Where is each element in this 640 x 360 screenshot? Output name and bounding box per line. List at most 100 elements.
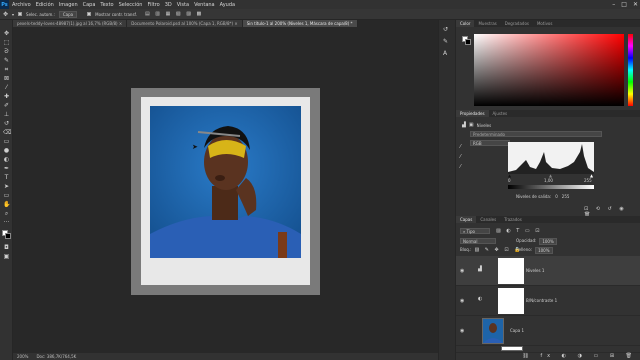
layers-footer-icons[interactable]: ⛓ fx ◐ ◑ ▭ ⊞ 🗑 bbox=[456, 352, 640, 360]
background-color-swatch[interactable] bbox=[5, 233, 11, 239]
maximize-button[interactable]: □ bbox=[621, 1, 627, 8]
preset-dropdown[interactable]: Predeterminado bbox=[470, 131, 602, 137]
tab-color[interactable]: Color bbox=[456, 20, 475, 27]
tab-properties[interactable]: Propiedades bbox=[456, 110, 489, 117]
lasso-tool-icon[interactable]: ᘐ bbox=[3, 48, 10, 55]
filter-label: Tipo bbox=[466, 229, 475, 234]
path-selection-tool-icon[interactable]: ➤ bbox=[3, 183, 10, 190]
character-panel-icon[interactable]: A bbox=[443, 50, 447, 57]
layer-mask-thumbnail[interactable] bbox=[498, 258, 524, 284]
history-panel-icon[interactable]: ↺ bbox=[443, 26, 448, 33]
layer-name[interactable]: Capa 1 bbox=[510, 328, 524, 333]
layer-row-bw-contrast[interactable]: ◉ ◐ B/N/contraste 1 bbox=[456, 286, 640, 316]
layer-filter-dropdown[interactable]: ⌕ Tipo bbox=[460, 228, 490, 234]
history-brush-tool-icon[interactable]: ↺ bbox=[3, 120, 10, 127]
menu-ventana[interactable]: Ventana bbox=[194, 2, 215, 8]
eyedropper-gray-icon[interactable]: ⁄ bbox=[460, 154, 461, 160]
output-gradient bbox=[508, 185, 594, 189]
tab-channels[interactable]: Canales bbox=[476, 217, 500, 222]
tool-preset-chevron-icon[interactable]: ▾ bbox=[12, 12, 14, 17]
align-icons[interactable]: ▤ ▥ ▦ ▧ ▨ ▩ bbox=[145, 11, 203, 17]
eyedropper-black-icon[interactable]: ⁄ bbox=[460, 144, 461, 150]
layer-name[interactable]: Niveles 1 bbox=[526, 268, 544, 273]
tab-polaroid-document[interactable]: Documento Polaroid.psd al 100% (Capa 1, … bbox=[127, 20, 243, 27]
tab-paths[interactable]: Trazados bbox=[500, 217, 526, 222]
tab-layers[interactable]: Capas bbox=[456, 216, 477, 223]
layer-mask-thumbnail[interactable] bbox=[498, 288, 524, 314]
hue-slider[interactable] bbox=[628, 34, 633, 106]
move-tool-icon[interactable]: ✥ bbox=[3, 11, 8, 18]
menu-3d[interactable]: 3D bbox=[165, 2, 172, 8]
rectangle-tool-icon[interactable]: ▭ bbox=[3, 192, 10, 199]
brush-settings-icon[interactable]: ✎ bbox=[443, 38, 448, 45]
menu-capa[interactable]: Capa bbox=[83, 2, 96, 8]
auto-select-checkbox[interactable] bbox=[18, 12, 23, 16]
brush-tool-icon[interactable]: ✐ bbox=[3, 102, 10, 109]
portrait-photo bbox=[150, 106, 301, 258]
color-picker-field[interactable] bbox=[474, 34, 624, 106]
input-white[interactable]: 255 bbox=[584, 178, 592, 183]
output-black[interactable]: 0 bbox=[555, 194, 558, 199]
panel-background-swatch[interactable] bbox=[465, 39, 471, 45]
menu-ayuda[interactable]: Ayuda bbox=[220, 2, 235, 8]
mask-icon[interactable]: ▣ bbox=[469, 122, 474, 128]
layer-row-capa-1[interactable]: ◉ Capa 1 bbox=[456, 316, 640, 346]
minimize-button[interactable]: – bbox=[612, 1, 615, 8]
channel-dropdown[interactable]: RGB bbox=[470, 140, 510, 146]
hand-tool-icon[interactable]: ✋ bbox=[3, 201, 10, 208]
auto-select-dropdown[interactable]: Capa bbox=[58, 10, 78, 18]
menu-archivo[interactable]: Archivo bbox=[12, 2, 31, 8]
clone-stamp-tool-icon[interactable]: ⊥ bbox=[3, 111, 10, 118]
quick-mask-icon[interactable]: ◘ bbox=[3, 244, 10, 251]
move-tool-icon[interactable]: ✥ bbox=[3, 30, 10, 37]
layer-row-levels[interactable]: ◉ ▟ Niveles 1 bbox=[456, 256, 640, 286]
tab-patterns[interactable]: Motivos bbox=[533, 21, 556, 26]
canvas-area[interactable]: ➤ bbox=[13, 27, 438, 353]
menu-imagen[interactable]: Imagen bbox=[59, 2, 78, 8]
layer-thumbnail[interactable] bbox=[482, 318, 504, 344]
input-gamma[interactable]: 1,00 bbox=[544, 178, 553, 183]
menu-texto[interactable]: Texto bbox=[100, 2, 113, 8]
photoshop-logo[interactable]: Ps bbox=[0, 0, 9, 9]
visibility-eye-icon[interactable]: ◉ bbox=[460, 298, 464, 304]
input-black[interactable]: 0 bbox=[508, 178, 511, 183]
blur-tool-icon[interactable]: ● bbox=[3, 147, 10, 154]
fill-input[interactable]: 100% bbox=[535, 247, 553, 254]
eyedropper-white-icon[interactable]: ⁄ bbox=[460, 164, 461, 170]
eraser-tool-icon[interactable]: ⌫ bbox=[3, 129, 11, 136]
output-white[interactable]: 255 bbox=[562, 194, 570, 199]
tab-adjustments[interactable]: Ajustes bbox=[489, 111, 512, 116]
close-button[interactable]: ✕ bbox=[633, 1, 638, 8]
screen-mode-icon[interactable]: ▣ bbox=[3, 253, 10, 260]
tab-gradients[interactable]: Degradados bbox=[501, 21, 533, 26]
frame-tool-icon[interactable]: ⊠ bbox=[3, 75, 10, 82]
crop-tool-icon[interactable]: ⌗ bbox=[3, 66, 10, 73]
healing-brush-tool-icon[interactable]: ✚ bbox=[3, 93, 10, 100]
dodge-tool-icon[interactable]: ◐ bbox=[3, 156, 10, 163]
menu-vista[interactable]: Vista bbox=[177, 2, 189, 8]
gradient-tool-icon[interactable]: ▭ bbox=[3, 138, 10, 145]
visibility-eye-icon[interactable]: ◉ bbox=[460, 268, 464, 274]
marquee-tool-icon[interactable]: ⬚ bbox=[3, 39, 10, 46]
eyedropper-tool-icon[interactable]: ⁄ bbox=[3, 84, 10, 91]
layer-filter-icons[interactable]: ▨ ◐ T ▭ ⊡ bbox=[496, 228, 541, 234]
tab-untitled-1[interactable]: Sin título-1 al 200% (Niveles 1, Máscara… bbox=[242, 20, 358, 27]
input-sliders[interactable]: ▲ ▲ ▲ bbox=[508, 173, 594, 178]
quick-select-tool-icon[interactable]: ✎ bbox=[3, 57, 10, 64]
menu-seleccion[interactable]: Selección bbox=[119, 2, 143, 8]
menu-edicion[interactable]: Edición bbox=[36, 2, 54, 8]
layer-name[interactable]: B/N/contraste 1 bbox=[526, 298, 557, 303]
opacity-input[interactable]: 100% bbox=[539, 238, 557, 245]
visibility-eye-icon[interactable]: ◉ bbox=[460, 328, 464, 334]
blend-mode-dropdown[interactable]: Normal bbox=[460, 238, 496, 244]
more-tools-icon[interactable]: ··· bbox=[3, 219, 10, 226]
pen-tool-icon[interactable]: ✒ bbox=[3, 165, 10, 172]
transform-controls-checkbox[interactable] bbox=[87, 12, 92, 16]
type-tool-icon[interactable]: T bbox=[3, 174, 10, 181]
zoom-tool-icon[interactable]: ⌕ bbox=[3, 210, 10, 217]
zoom-level[interactable]: 200% bbox=[17, 354, 28, 359]
tab-pexels-photo[interactable]: pexels-teddy-loves-48987(1).jpg al 16,7%… bbox=[13, 20, 128, 27]
tab-swatches[interactable]: Muestras bbox=[474, 21, 500, 26]
levels-icon: ▟ bbox=[462, 122, 466, 128]
menu-filtro[interactable]: Filtro bbox=[147, 2, 159, 8]
